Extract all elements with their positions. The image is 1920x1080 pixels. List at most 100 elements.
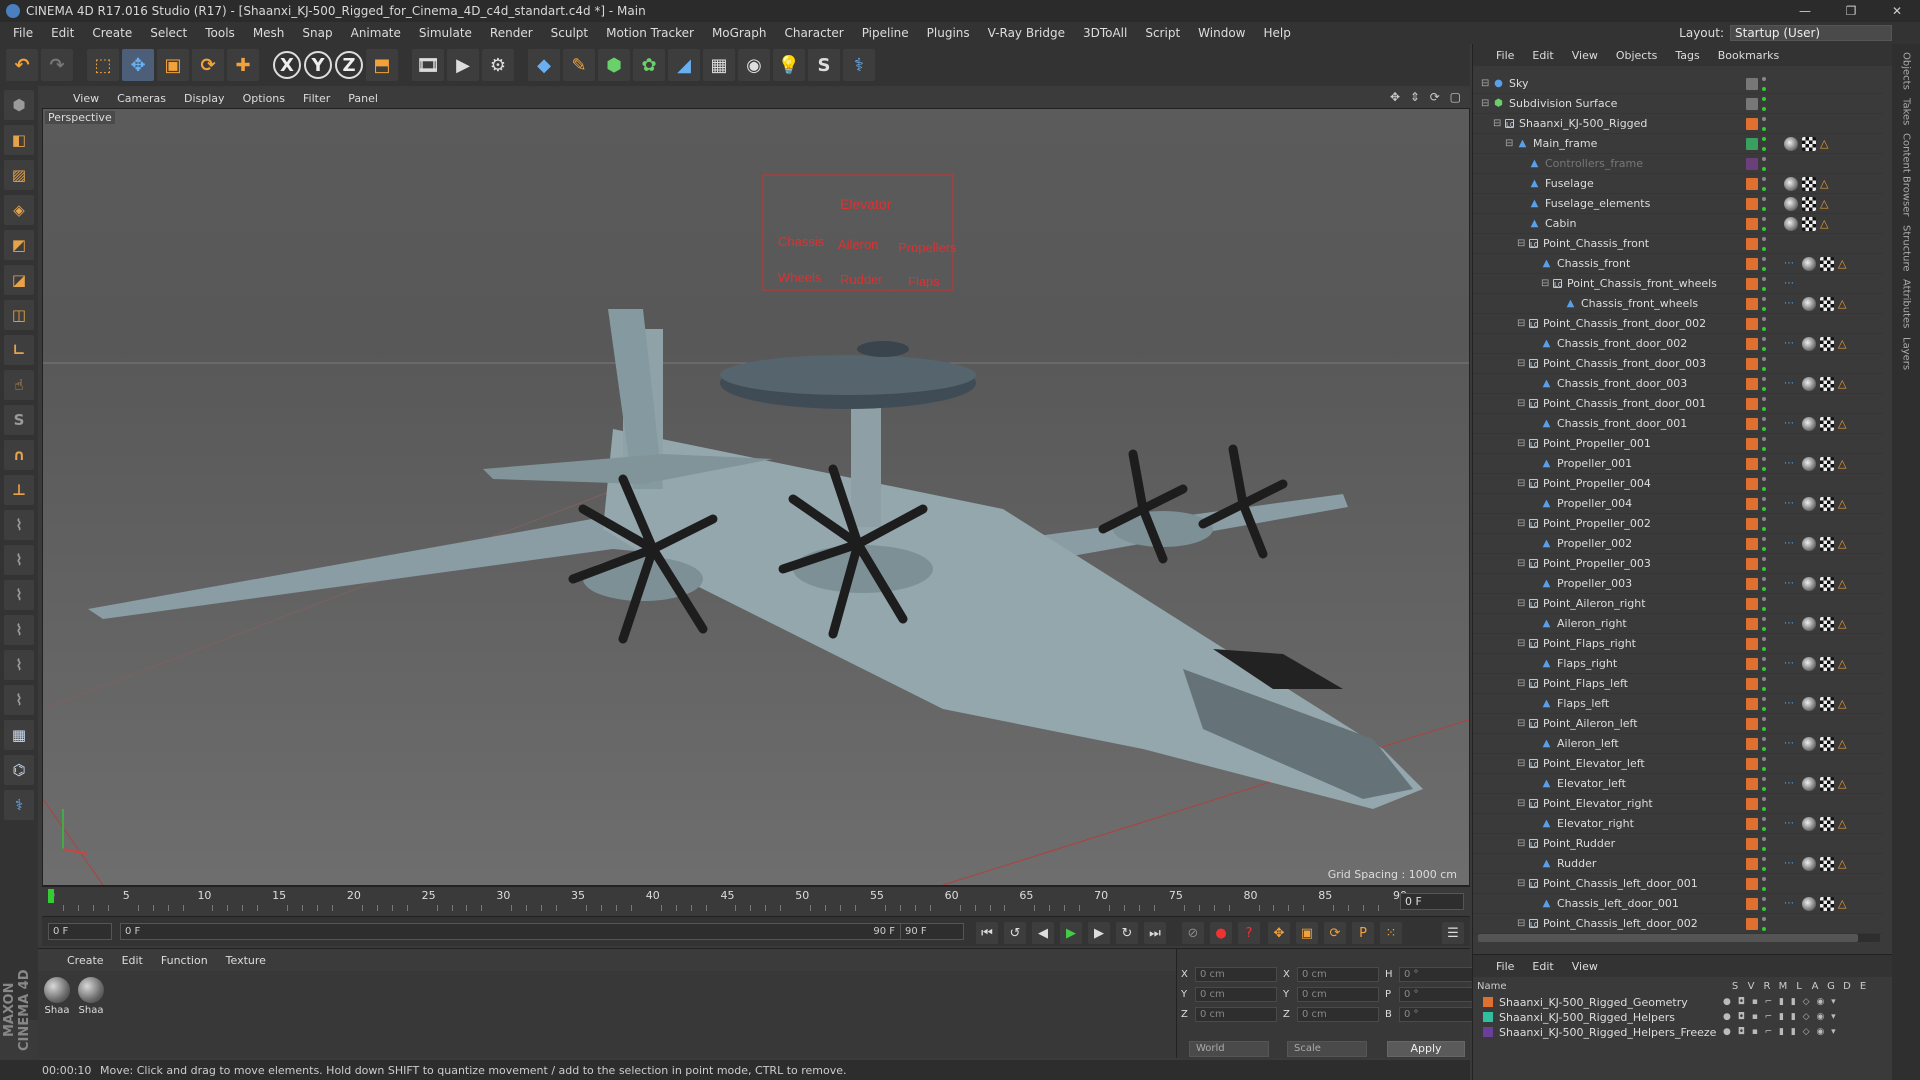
viewport-menu-options[interactable]: Options [234,92,294,105]
script-icon[interactable]: S [808,49,840,81]
timeline-menu-icon[interactable]: ☰ [1442,922,1464,944]
object-row[interactable]: ⊟ L0 Point_Flaps_right [1473,634,1883,654]
layer-menu-file[interactable]: File [1487,960,1523,973]
layer-color-swatch[interactable] [1746,138,1758,150]
visibility-dots[interactable] [1762,597,1768,611]
layer-color-swatch[interactable] [1746,518,1758,530]
expand-toggle-icon[interactable]: ⊟ [1517,838,1529,849]
layer-color-swatch[interactable] [1483,997,1493,1007]
phong-tag-icon[interactable] [1802,817,1816,831]
layer-header-col[interactable]: S [1727,981,1743,992]
record-active-icon[interactable]: ⊘ [1182,922,1204,944]
phong-tag-icon[interactable] [1802,857,1816,871]
expand-toggle-icon[interactable]: ⊟ [1517,238,1529,249]
floor-icon[interactable]: ▦ [703,49,735,81]
keyframe-selection-icon[interactable]: ? [1238,922,1260,944]
undo-icon[interactable]: ↶ [6,49,38,81]
selection-tag-icon[interactable]: △ [1838,617,1852,631]
object-row[interactable]: ▲ Chassis_front_door_001 ⋯ △ [1473,414,1883,434]
object-menu-view[interactable]: View [1563,49,1607,62]
object-row[interactable]: ▲ Cabin △ [1473,214,1883,234]
menu-file[interactable]: File [4,26,42,40]
visibility-dots[interactable] [1762,797,1768,811]
object-row[interactable]: ▲ Controllers_frame [1473,154,1883,174]
visibility-dots[interactable] [1762,557,1768,571]
layer-header-col[interactable]: V [1743,981,1759,992]
menu-help[interactable]: Help [1254,26,1299,40]
play-icon[interactable]: ▶ [1060,922,1082,944]
object-row[interactable]: ⊟ ▲ Main_frame △ [1473,134,1883,154]
texture-tag-icon[interactable] [1820,617,1834,631]
object-row[interactable]: ▲ Propeller_001 ⋯ △ [1473,454,1883,474]
menu-plugins[interactable]: Plugins [918,26,979,40]
layer-color-swatch[interactable] [1746,458,1758,470]
object-row[interactable]: ▲ Chassis_front ⋯ △ [1473,254,1883,274]
layer-color-swatch[interactable] [1483,1027,1493,1037]
object-menu-tags[interactable]: Tags [1666,49,1708,62]
light-icon[interactable]: 💡 [773,49,805,81]
viewport-menu-filter[interactable]: Filter [294,92,339,105]
sculpt-brush-5-icon[interactable]: ⌇ [4,650,34,680]
object-row[interactable]: ▲ Fuselage △ [1473,174,1883,194]
texture-tag-icon[interactable] [1802,217,1816,231]
points-mode-icon[interactable]: ◩ [4,230,34,260]
layer-color-swatch[interactable] [1746,378,1758,390]
object-row[interactable]: ⊟ L0 Point_Propeller_004 [1473,474,1883,494]
coord-type-dropdown[interactable]: Scale [1287,1041,1367,1057]
material-menu-texture[interactable]: Texture [217,954,275,967]
object-menu-file[interactable]: File [1487,49,1523,62]
menu-script[interactable]: Script [1136,26,1189,40]
layer-row[interactable]: Shaanxi_KJ-500_Rigged_Helpers_Freeze ● ◘ … [1483,1025,1836,1039]
selection-tag-icon[interactable]: △ [1820,197,1834,211]
visibility-dots[interactable] [1762,477,1768,491]
object-row[interactable]: ⊟ L0 Point_Chassis_front [1473,234,1883,254]
workplane-icon[interactable]: ◈ [4,195,34,225]
texture-tag-icon[interactable] [1820,697,1834,711]
viewport-menu-panel[interactable]: Panel [339,92,387,105]
selection-tag-icon[interactable]: △ [1838,457,1852,471]
layer-color-swatch[interactable] [1746,438,1758,450]
object-row[interactable]: ▲ Flaps_right ⋯ △ [1473,654,1883,674]
layer-color-swatch[interactable] [1746,558,1758,570]
layer-color-swatch[interactable] [1746,658,1758,670]
object-row[interactable]: ▲ Chassis_front_wheels ⋯ △ [1473,294,1883,314]
menu-window[interactable]: Window [1189,26,1254,40]
phong-tag-icon[interactable] [1802,497,1816,511]
polygons-mode-icon[interactable]: ◫ [4,300,34,330]
subdivision-icon[interactable]: ⬢ [598,49,630,81]
object-row[interactable]: ▲ Elevator_left ⋯ △ [1473,774,1883,794]
sculpt-brush-6-icon[interactable]: ⌇ [4,685,34,715]
visibility-dots[interactable] [1762,697,1768,711]
sculpt-brush-4-icon[interactable]: ⌇ [4,615,34,645]
expand-toggle-icon[interactable]: ⊟ [1517,878,1529,889]
menu-edit[interactable]: Edit [42,26,83,40]
object-row[interactable]: ▲ Propeller_003 ⋯ △ [1473,574,1883,594]
layer-color-swatch[interactable] [1746,698,1758,710]
frame-range-slider[interactable]: 0 F 90 F [120,923,920,940]
visibility-dots[interactable] [1762,337,1768,351]
maximize-icon[interactable]: ❐ [1828,0,1874,22]
visibility-dots[interactable] [1762,717,1768,731]
layer-color-swatch[interactable] [1746,878,1758,890]
layer-header-col[interactable]: A [1807,981,1823,992]
menu-simulate[interactable]: Simulate [410,26,481,40]
layer-color-swatch[interactable] [1746,278,1758,290]
expand-toggle-icon[interactable]: ⊟ [1541,278,1553,289]
constraint-tag-icon[interactable]: ⋯ [1784,297,1798,311]
phong-tag-icon[interactable] [1802,897,1816,911]
visibility-dots[interactable] [1762,437,1768,451]
side-tab-objects[interactable]: Objects [1901,52,1912,90]
layer-color-swatch[interactable] [1746,918,1758,930]
menu-pipeline[interactable]: Pipeline [853,26,918,40]
texture-tag-icon[interactable] [1820,577,1834,591]
axis-mode-icon[interactable]: ∟ [4,335,34,365]
visibility-dots[interactable] [1762,417,1768,431]
perspective-viewport[interactable]: Elevator Chassis Aileron Propellers Whee… [42,108,1470,886]
material-menu-function[interactable]: Function [152,954,217,967]
material-menu-create[interactable]: Create [58,954,113,967]
layer-color-swatch[interactable] [1746,738,1758,750]
visibility-dots[interactable] [1762,317,1768,331]
constraint-tag-icon[interactable]: ⋯ [1784,817,1798,831]
render-view-icon[interactable]: 🎞 [412,49,444,81]
texture-tag-icon[interactable] [1820,337,1834,351]
